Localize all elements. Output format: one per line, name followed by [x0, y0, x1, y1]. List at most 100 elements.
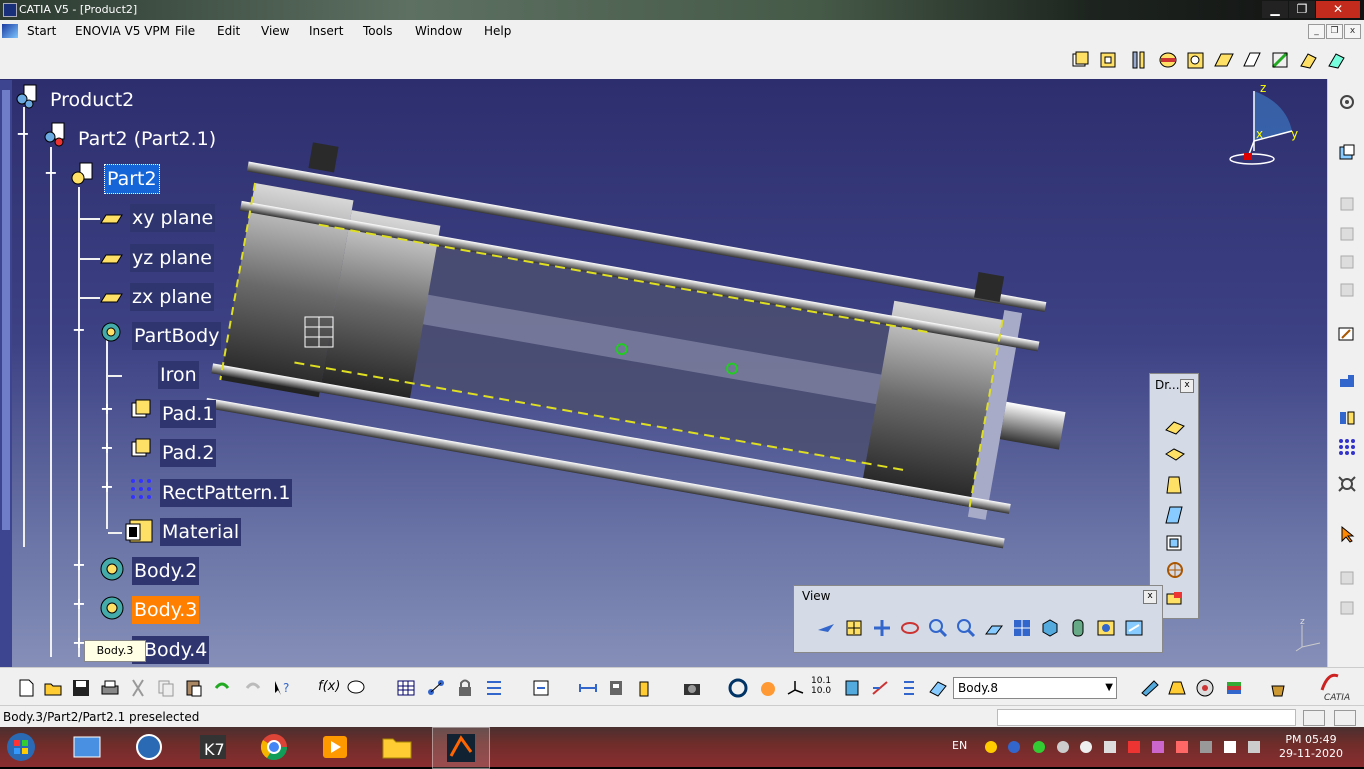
- menu-view[interactable]: View: [261, 24, 289, 38]
- table-icon[interactable]: [396, 678, 416, 698]
- close-button[interactable]: ✕: [1316, 1, 1360, 18]
- tree-pad1[interactable]: Pad.1: [160, 400, 217, 428]
- rib-icon[interactable]: [1213, 50, 1235, 70]
- volume-icon[interactable]: [1104, 741, 1116, 753]
- pan-icon[interactable]: [872, 618, 892, 638]
- reorder-icon[interactable]: [484, 678, 504, 698]
- whats-this-icon[interactable]: ?: [272, 678, 292, 698]
- restore-button[interactable]: ❐: [1289, 1, 1315, 18]
- tree-material-name[interactable]: Iron: [158, 361, 199, 389]
- hand-icon[interactable]: [758, 678, 778, 698]
- hole-icon[interactable]: [1185, 50, 1207, 70]
- tree-xy-plane[interactable]: xy plane: [130, 204, 216, 232]
- speaker-muted-icon[interactable]: [1176, 741, 1188, 753]
- mdi-minimize-button[interactable]: _: [1308, 24, 1325, 39]
- tree-product2[interactable]: Product2: [48, 86, 136, 114]
- body-selector-dropdown[interactable]: Body.8 ▼: [953, 677, 1117, 699]
- gear-icon[interactable]: [1337, 93, 1357, 111]
- knowledge-icon[interactable]: [426, 678, 446, 698]
- tray-purple-icon[interactable]: [1152, 741, 1164, 753]
- tree-body2[interactable]: Body.2: [132, 557, 200, 585]
- disabled-tool-icon[interactable]: [1337, 281, 1357, 299]
- pocket-icon[interactable]: [1098, 50, 1120, 70]
- part-design-icon[interactable]: [1337, 143, 1357, 161]
- expand-body3[interactable]: +: [72, 596, 86, 612]
- menu-tools[interactable]: Tools: [363, 24, 393, 38]
- bucket-icon[interactable]: [1268, 678, 1288, 698]
- analysis-icon[interactable]: [1337, 409, 1357, 427]
- loft-icon[interactable]: [1298, 50, 1320, 70]
- hide-show-icon[interactable]: [1096, 618, 1116, 638]
- disabled-tool-icon[interactable]: [1337, 569, 1357, 587]
- title-bar[interactable]: CATIA V5 - [Product2] ▁ ❐ ✕: [0, 0, 1364, 20]
- control-panel-icon[interactable]: [70, 731, 104, 763]
- app-circle-icon[interactable]: [132, 731, 166, 763]
- disabled-tool-icon[interactable]: [1337, 599, 1357, 617]
- status-btn-2[interactable]: [1334, 710, 1356, 726]
- menu-help[interactable]: Help: [484, 24, 511, 38]
- disabled-tool-icon[interactable]: [1337, 225, 1357, 243]
- file-explorer-icon[interactable]: [380, 731, 414, 763]
- chrome-icon[interactable]: [257, 731, 291, 763]
- eraser-icon[interactable]: [928, 678, 948, 698]
- windows-start-icon[interactable]: [4, 731, 38, 763]
- tray-green-icon[interactable]: [1033, 741, 1045, 753]
- tree-material[interactable]: Material: [160, 518, 242, 546]
- apply-material-icon[interactable]: [1224, 678, 1244, 698]
- mdi-restore-button[interactable]: ❐: [1326, 24, 1343, 39]
- shading-icon[interactable]: [1068, 618, 1088, 638]
- fit-all-in-icon[interactable]: [844, 618, 864, 638]
- flag-icon[interactable]: [1248, 741, 1260, 753]
- stiffener-icon[interactable]: [1270, 50, 1292, 70]
- power-icon[interactable]: [1224, 741, 1236, 753]
- grid-dots-icon[interactable]: [1337, 437, 1357, 455]
- new-file-icon[interactable]: [16, 678, 36, 698]
- tree-yz-plane[interactable]: yz plane: [130, 244, 214, 272]
- scale-icon[interactable]: 10.1 10.0: [811, 676, 833, 696]
- open-folder-icon[interactable]: [43, 678, 63, 698]
- shaft-icon[interactable]: [1128, 50, 1150, 70]
- minimize-button[interactable]: ▁: [1262, 1, 1288, 18]
- paste-icon[interactable]: [184, 678, 204, 698]
- rotate-icon[interactable]: [900, 618, 920, 638]
- list-icon[interactable]: [898, 678, 918, 698]
- tray-app-icon[interactable]: [985, 741, 997, 753]
- catia-logo-icon[interactable]: [728, 678, 748, 698]
- tree-part2-instance[interactable]: Part2 (Part2.1): [76, 125, 218, 153]
- redo-icon[interactable]: [243, 678, 263, 698]
- save-icon[interactable]: [71, 678, 91, 698]
- multi-view-icon[interactable]: [1012, 618, 1032, 638]
- expand-pad1[interactable]: +: [100, 401, 114, 417]
- menu-enovia[interactable]: ENOVIA V5 VPM: [75, 24, 170, 38]
- tree-zx-plane[interactable]: zx plane: [130, 283, 214, 311]
- cut-icon[interactable]: [128, 678, 148, 698]
- tree-rectpattern[interactable]: RectPattern.1: [160, 479, 293, 507]
- tree-body3[interactable]: Body.3: [132, 596, 200, 624]
- command-input[interactable]: [997, 709, 1296, 726]
- status-btn-1[interactable]: [1303, 710, 1325, 726]
- language-indicator[interactable]: EN: [952, 739, 967, 752]
- menu-insert[interactable]: Insert: [309, 24, 343, 38]
- dr-panel-close-button[interactable]: x: [1180, 379, 1194, 393]
- fillet-icon[interactable]: [1164, 418, 1186, 438]
- measure-between-icon[interactable]: [578, 678, 598, 698]
- disabled-tool-icon[interactable]: [1337, 253, 1357, 271]
- pad-icon[interactable]: [1069, 50, 1091, 70]
- zoom-in-icon[interactable]: [928, 618, 948, 638]
- taskbar-catia-active[interactable]: [432, 727, 490, 769]
- measure-item-icon[interactable]: [606, 678, 626, 698]
- surface-icon[interactable]: [1167, 678, 1187, 698]
- tray-white-icon[interactable]: [1080, 741, 1092, 753]
- measure-inertia-icon[interactable]: [634, 678, 654, 698]
- start-icon[interactable]: [2, 24, 18, 38]
- update-icon[interactable]: [531, 678, 551, 698]
- swap-visible-space-icon[interactable]: [1124, 618, 1144, 638]
- snap-icon[interactable]: [842, 678, 862, 698]
- comment-icon[interactable]: [346, 678, 366, 698]
- expand-body2[interactable]: +: [72, 557, 86, 573]
- collapse-part-instance[interactable]: −: [16, 126, 30, 142]
- fly-mode-icon[interactable]: [816, 618, 836, 638]
- menu-file[interactable]: File: [175, 24, 195, 38]
- action-center-icon[interactable]: [1128, 741, 1140, 753]
- undo-icon[interactable]: [212, 678, 232, 698]
